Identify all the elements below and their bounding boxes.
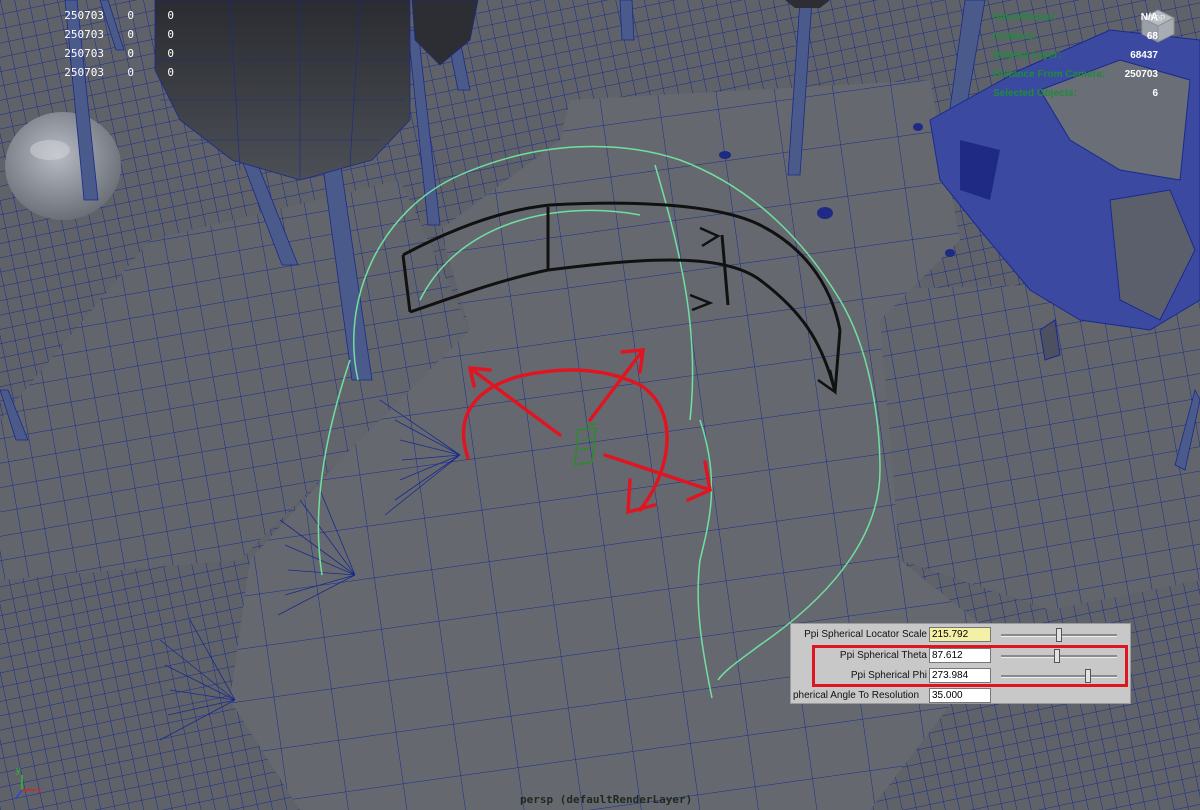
sphere-object[interactable] (5, 112, 121, 220)
hud-value: 0 (167, 66, 174, 79)
hud-value: N/A (1140, 12, 1158, 23)
hud-value: 68437 (1130, 50, 1158, 61)
hud-value: 0 (127, 47, 134, 60)
hud-row: 250703 0 0 (8, 6, 174, 25)
hud-value: 6 (1152, 88, 1158, 99)
hud-row: Instance: 68 (993, 27, 1158, 46)
locator-scale-field[interactable]: 215.792 (929, 627, 991, 642)
hud-object-details: Smoothness: N/A Instance: 68 Display Lay… (993, 8, 1158, 103)
hud-row: 250703 0 0 (8, 44, 174, 63)
hud-value: 0 (127, 28, 134, 41)
hud-label: Instance: (993, 31, 1037, 42)
hud-value: 250703 (64, 28, 104, 41)
attr-label: pherical Angle To Resolution (793, 690, 920, 701)
hud-value: 0 (167, 47, 174, 60)
hud-poly-count: 250703 0 0 250703 0 0 250703 0 0 250703 … (8, 6, 174, 82)
hud-row: Smoothness: N/A (993, 8, 1158, 27)
hud-row: 250703 0 0 (8, 63, 174, 82)
attr-row-angle-resolution: pherical Angle To Resolution 35.000 (791, 687, 1132, 705)
hud-row: Distance From Camera: 250703 (993, 65, 1158, 84)
hud-value: 250703 (64, 47, 104, 60)
angle-resolution-field[interactable]: 35.000 (929, 688, 991, 703)
hud-row: Display Layer: 68437 (993, 46, 1158, 65)
hud-value: 250703 (1124, 69, 1158, 80)
hud-value: 0 (127, 66, 134, 79)
hud-value: 250703 (64, 66, 104, 79)
attr-row-locator-scale: Ppi Spherical Locator Scale 215.792 (791, 626, 1132, 644)
svg-text:x: x (37, 785, 42, 795)
hud-value: 0 (167, 9, 174, 22)
hud-label: Selected Objects: (993, 88, 1077, 99)
slider-thumb[interactable] (1056, 628, 1062, 642)
attr-label: Ppi Spherical Locator Scale (804, 629, 927, 640)
hud-label: Distance From Camera: (993, 69, 1106, 80)
hud-row: Selected Objects: 6 (993, 84, 1158, 103)
annotation-highlight-box (812, 645, 1128, 687)
hud-value: 68 (1146, 31, 1158, 42)
camera-label: persp (defaultRenderLayer) (520, 793, 693, 806)
hud-label: Smoothness: (993, 12, 1057, 23)
hud-value: 0 (167, 28, 174, 41)
hud-label: Display Layer: (993, 50, 1062, 61)
hud-row: 250703 0 0 (8, 25, 174, 44)
locator-scale-slider[interactable] (1001, 628, 1117, 642)
svg-text:y: y (16, 765, 21, 775)
hud-value: 250703 (64, 9, 104, 22)
hud-value: 0 (127, 9, 134, 22)
